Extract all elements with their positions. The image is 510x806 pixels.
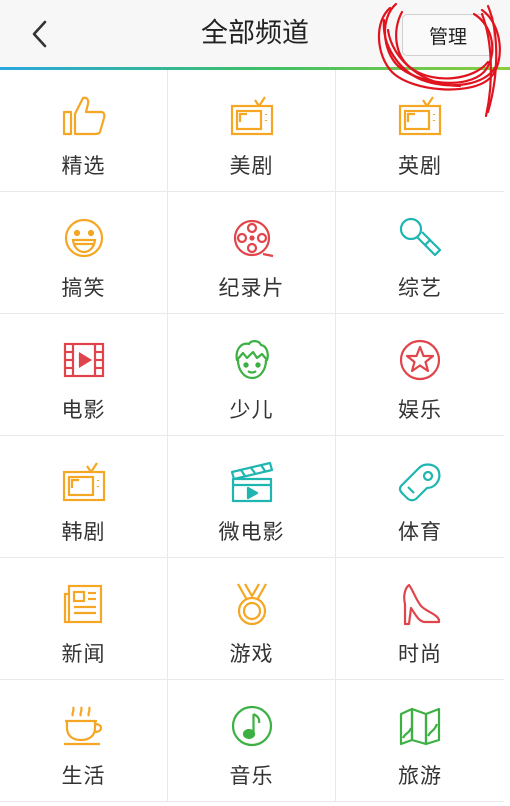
whistle-icon	[398, 463, 441, 502]
channel-label: 电影	[61, 398, 106, 422]
channel-label: 英剧	[398, 154, 442, 178]
star-circle-icon	[399, 339, 441, 381]
channel-item[interactable]: 音乐	[168, 680, 336, 802]
channel-item[interactable]: 旅游	[336, 680, 504, 802]
channel-label: 娱乐	[398, 398, 442, 422]
channel-item[interactable]: 美剧	[168, 70, 336, 192]
channel-item[interactable]: 体育	[336, 436, 504, 558]
top-bar: 全部频道 管理	[0, 0, 510, 70]
channel-item[interactable]: 纪录片	[168, 192, 336, 314]
medal-icon	[236, 583, 267, 626]
channel-item[interactable]: 游戏	[168, 558, 336, 680]
channel-label: 时尚	[398, 642, 442, 666]
smiley-icon	[64, 218, 103, 258]
channel-label: 美剧	[229, 154, 274, 178]
channel-grid: 精选 美剧 英剧 搞笑 纪录片 综艺 电影 少儿 娱乐 韩剧 微电影 体育 新闻…	[0, 70, 504, 802]
channel-item[interactable]: 少儿	[168, 314, 336, 436]
channel-label: 精选	[61, 154, 106, 178]
channel-label: 生活	[61, 764, 106, 788]
film-play-icon	[63, 342, 104, 378]
channel-label: 新闻	[61, 642, 106, 666]
clapperboard-icon	[230, 461, 273, 503]
channel-label: 综艺	[398, 276, 442, 300]
tv-icon	[398, 96, 442, 136]
channel-label: 纪录片	[218, 276, 285, 300]
channel-label: 体育	[398, 520, 442, 544]
channel-item[interactable]: 时尚	[336, 558, 504, 680]
channel-item[interactable]: 生活	[0, 680, 168, 802]
channel-item[interactable]: 娱乐	[336, 314, 504, 436]
channel-item[interactable]: 英剧	[336, 70, 504, 192]
film-reel-icon	[233, 219, 273, 258]
coffee-cup-icon	[63, 706, 102, 746]
channel-item[interactable]: 韩剧	[0, 436, 168, 558]
channel-item[interactable]: 搞笑	[0, 192, 168, 314]
channel-label: 音乐	[229, 764, 274, 788]
tv-icon	[230, 96, 273, 136]
channel-label: 游戏	[229, 642, 274, 666]
chevron-left-icon	[32, 20, 47, 48]
music-note-icon	[231, 705, 272, 747]
newspaper-icon	[63, 584, 102, 624]
right-edge-strip	[504, 70, 510, 806]
channel-label: 搞笑	[61, 276, 106, 300]
channel-label: 少儿	[229, 398, 274, 422]
channel-item[interactable]: 精选	[0, 70, 168, 192]
boy-face-icon	[235, 340, 269, 380]
manage-button[interactable]: 管理	[402, 14, 494, 56]
back-button[interactable]	[20, 14, 60, 54]
thumbs-up-icon	[62, 96, 105, 136]
channel-label: 旅游	[398, 764, 442, 788]
microphone-icon	[399, 217, 442, 257]
channel-label: 韩剧	[61, 520, 106, 544]
channel-item[interactable]: 电影	[0, 314, 168, 436]
channel-label: 微电影	[218, 520, 285, 544]
channel-item[interactable]: 新闻	[0, 558, 168, 680]
map-icon	[399, 707, 441, 746]
high-heel-icon	[403, 583, 441, 626]
tv-icon	[62, 462, 105, 502]
channel-item[interactable]: 微电影	[168, 436, 336, 558]
channel-item[interactable]: 综艺	[336, 192, 504, 314]
